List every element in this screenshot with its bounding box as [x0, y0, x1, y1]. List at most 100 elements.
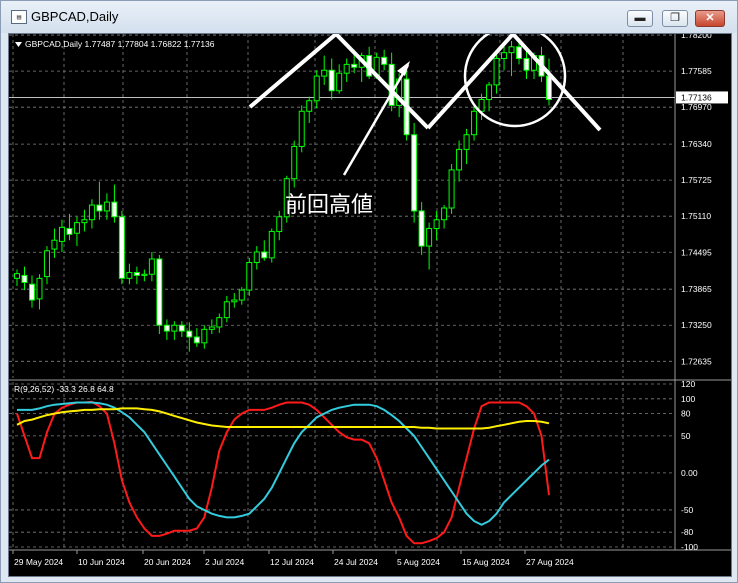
indicator-tick-label: -50	[681, 505, 694, 515]
indicator-series-line-2	[16, 407, 550, 430]
chart-area[interactable]: 1.788151.785091.782001.775851.771361.769…	[8, 0, 732, 577]
candle-body	[516, 46, 523, 60]
candle-body	[238, 289, 245, 301]
candle-body	[298, 110, 305, 147]
candle-body	[96, 204, 103, 212]
restore-icon: ❐	[670, 12, 680, 24]
candle-body	[546, 75, 552, 101]
close-icon: ✕	[705, 12, 715, 24]
candle-body	[208, 326, 215, 330]
candle-body	[171, 324, 178, 332]
indicator-tick-label: 0.00	[681, 468, 698, 478]
chart-window: ▤ GBPCAD,Daily ▬ ❐ ✕ 1.788151.785091.782…	[0, 0, 738, 583]
candle-body	[426, 228, 433, 247]
indicator-tick-label: 80	[681, 409, 691, 419]
indicator-tick-label: -100	[681, 542, 698, 552]
indicator-tick-label: 100	[681, 394, 695, 404]
candle-body	[381, 56, 388, 65]
candle-body	[321, 69, 328, 77]
indicator-lines	[16, 400, 550, 545]
candle-body	[411, 134, 418, 212]
candle-body	[126, 271, 133, 279]
candle-body	[163, 324, 170, 332]
restore-button[interactable]: ❐	[662, 10, 688, 27]
candle-body	[73, 222, 80, 234]
price-tick-label: 1.78200	[681, 34, 712, 40]
candle-body	[36, 277, 43, 300]
window-titlebar[interactable]: ▤ GBPCAD,Daily ▬ ❐ ✕	[1, 1, 737, 33]
candle-body	[501, 52, 508, 60]
minimize-button[interactable]: ▬	[627, 10, 653, 27]
price-tick-label: 1.77585	[681, 66, 712, 76]
price-tick-label: 1.76340	[681, 139, 712, 149]
price-axis: 1.788151.785091.782001.775851.771361.769…	[676, 0, 728, 366]
candle-body	[193, 336, 200, 344]
level-tag-label: 1.77136	[681, 92, 712, 102]
price-chart-header: GBPCAD,Daily 1.77487 1.77804 1.76822 1.7…	[25, 39, 215, 49]
candle-body	[351, 63, 358, 68]
time-tick-label: 12 Jul 2024	[270, 557, 314, 567]
annotation-label: 前回高値	[285, 192, 373, 217]
candle-body	[418, 210, 425, 247]
time-tick-label: 27 Aug 2024	[526, 557, 574, 567]
indicator-series-line-0	[16, 400, 550, 545]
time-tick-label: 15 Aug 2024	[462, 557, 510, 567]
window-title: GBPCAD,Daily	[31, 9, 119, 24]
price-tick-label: 1.73865	[681, 284, 712, 294]
candle-body	[463, 134, 470, 150]
chart-canvas: 1.788151.785091.782001.775851.771361.769…	[9, 0, 731, 567]
candle-body	[133, 271, 140, 276]
minimize-icon: ▬	[634, 12, 646, 24]
chart-window-icon: ▤	[11, 10, 27, 24]
candle-body	[43, 250, 50, 278]
time-tick-label: 5 Aug 2024	[397, 557, 440, 567]
candle-body	[81, 219, 88, 224]
indicator-tick-label: 120	[681, 379, 695, 389]
candle-body	[336, 72, 343, 92]
price-tick-label: 1.74495	[681, 247, 712, 257]
candle-body	[103, 201, 110, 212]
candle-body	[478, 99, 485, 112]
candle-body	[58, 226, 65, 242]
indicator-header: R(9,26,52) -33.3 26.8 64.8	[14, 384, 114, 394]
price-tick-label: 1.76970	[681, 102, 712, 112]
candle-body	[433, 219, 440, 230]
candle-body	[456, 148, 463, 171]
candle-body	[486, 84, 493, 101]
time-tick-label: 2 Jul 2024	[205, 557, 244, 567]
price-tick-label: 1.72635	[681, 356, 712, 366]
candle-body	[216, 317, 223, 328]
candle-body	[441, 207, 448, 221]
price-tick-label: 1.73250	[681, 320, 712, 330]
candle-body	[223, 301, 230, 319]
candle-body	[343, 63, 350, 74]
candle-body	[148, 258, 155, 275]
price-tick-label: 1.75725	[681, 175, 712, 185]
candle-body	[141, 273, 148, 276]
candle-body	[261, 251, 268, 259]
candle-body	[118, 216, 125, 279]
candle-body	[186, 330, 193, 338]
candle-body	[471, 110, 478, 136]
time-tick-label: 10 Jun 2024	[78, 557, 125, 567]
candle-body	[306, 100, 313, 112]
candle-body	[28, 283, 35, 301]
indicator-tick-label: -80	[681, 527, 694, 537]
candle-body	[231, 299, 238, 303]
time-tick-label: 24 Jul 2024	[334, 557, 378, 567]
indicator-axis: 120 100 80 50 0.00 -50 -80 -100	[681, 379, 698, 552]
candle-body	[156, 258, 163, 326]
annotation-arrow-shaft	[342, 64, 410, 176]
candle-body	[51, 239, 58, 250]
close-button[interactable]: ✕	[695, 10, 725, 27]
candle-body	[328, 69, 335, 92]
candle-body	[291, 145, 298, 180]
time-tick-label: 29 May 2024	[14, 557, 63, 567]
candles	[14, 38, 552, 352]
candle-body	[201, 328, 208, 344]
candle-body	[66, 228, 73, 235]
candle-body	[493, 58, 500, 86]
header-arrow-icon	[15, 42, 22, 47]
candle-body	[448, 169, 455, 209]
time-axis: 29 May 2024 10 Jun 2024 20 Jun 2024 2 Jul 2…	[12, 550, 574, 567]
